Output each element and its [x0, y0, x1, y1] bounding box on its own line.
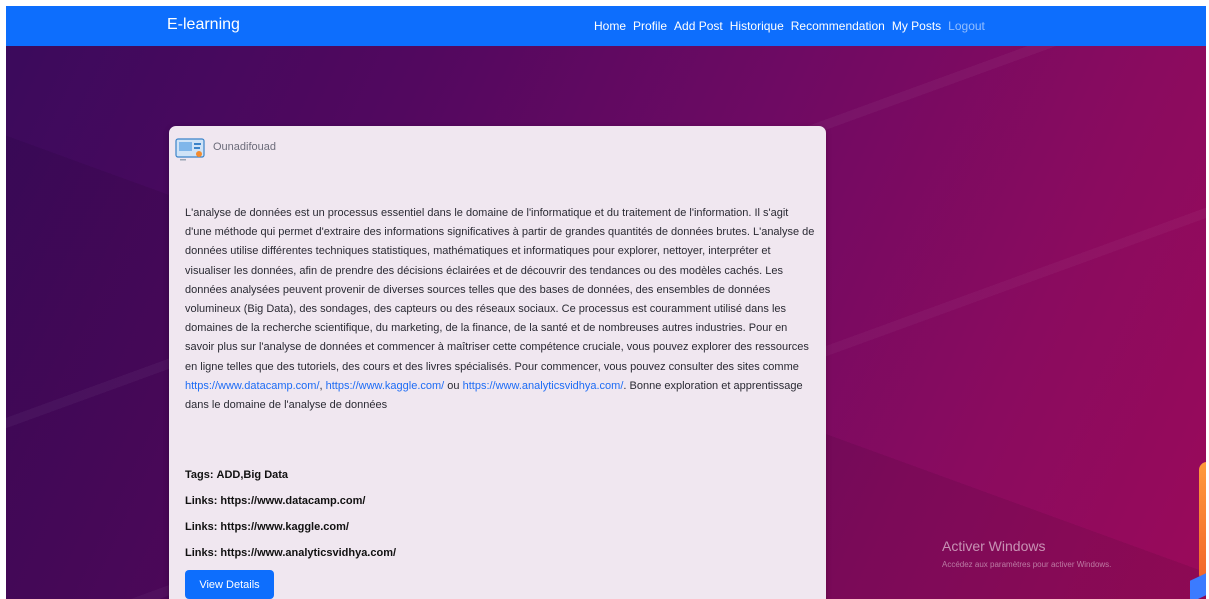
post-content: L'analyse de données est un processus es… [185, 204, 815, 415]
links-value: https://www.kaggle.com/ [220, 521, 349, 533]
view-details-button[interactable]: View Details [185, 570, 274, 599]
post-tags: Tags: ADD,Big Data [185, 469, 288, 481]
post-link-analyticsvidhya[interactable]: https://www.analyticsvidhya.com/ [463, 380, 624, 392]
nav-profile[interactable]: Profile [633, 19, 667, 33]
windows-activation-subtitle: Accédez aux paramètres pour activer Wind… [942, 560, 1112, 569]
tags-label: Tags: [185, 469, 214, 481]
windows-activation-title: Activer Windows [942, 538, 1046, 554]
side-widget-blue [1190, 573, 1206, 599]
nav-home[interactable]: Home [594, 19, 626, 33]
links-value: https://www.datacamp.com/ [220, 495, 366, 507]
post-link-kaggle[interactable]: https://www.kaggle.com/ [326, 380, 445, 392]
post-link-datacamp[interactable]: https://www.datacamp.com/ [185, 380, 320, 392]
nav-add-post[interactable]: Add Post [674, 19, 723, 33]
side-widget-orange [1199, 462, 1206, 582]
nav-historique[interactable]: Historique [730, 19, 784, 33]
post-link-row: Links: https://www.datacamp.com/ [185, 495, 365, 507]
nav-recommendation[interactable]: Recommendation [791, 19, 885, 33]
post-link-row: Links: https://www.kaggle.com/ [185, 521, 349, 533]
links-label: Links: [185, 521, 218, 533]
links-value: https://www.analyticsvidhya.com/ [220, 547, 397, 559]
tags-value: ADD,Big Data [216, 469, 289, 481]
course-thumbnail-icon [175, 136, 205, 162]
page-frame: E-learning Home Profile Add Post Histori… [6, 6, 1206, 599]
post-card: Ounadifouad L'analyse de données est un … [169, 126, 826, 599]
nav-my-posts[interactable]: My Posts [892, 19, 941, 33]
nav-logout[interactable]: Logout [948, 19, 985, 33]
brand-link[interactable]: E-learning [167, 16, 240, 34]
navbar: E-learning Home Profile Add Post Histori… [6, 6, 1206, 46]
links-label: Links: [185, 495, 218, 507]
post-link-row: Links: https://www.analyticsvidhya.com/ [185, 547, 396, 559]
links-label: Links: [185, 547, 218, 559]
nav-links: Home Profile Add Post Historique Recomme… [594, 19, 992, 33]
post-link-separator-ou: ou [444, 379, 460, 392]
post-body-text: L'analyse de données est un processus es… [185, 207, 815, 373]
post-author: Ounadifouad [213, 141, 276, 153]
